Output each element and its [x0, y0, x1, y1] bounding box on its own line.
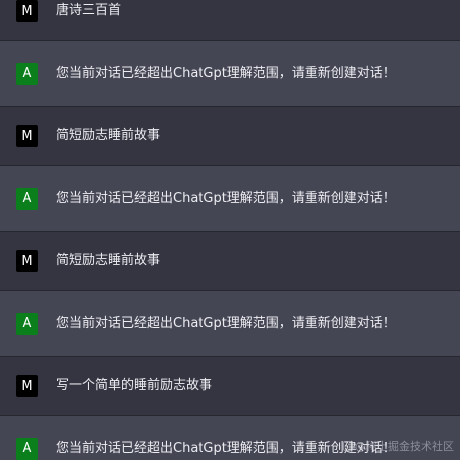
- assistant-avatar: A: [16, 62, 38, 85]
- user-message-text: 简短励志睡前故事: [56, 128, 161, 143]
- assistant-message-text: 您当前对话已经超出ChatGpt理解范围，请重新创建对话！: [56, 315, 396, 331]
- user-avatar: M: [16, 250, 38, 272]
- assistant-avatar: A: [16, 312, 38, 335]
- user-message-row: M 简短励志睡前故事: [0, 232, 460, 291]
- user-message-row: M 唐诗三百首: [0, 0, 460, 41]
- user-message-row: M 写一个简单的睡前励志故事: [0, 357, 460, 416]
- user-avatar: M: [16, 0, 38, 22]
- user-message-text: 简短励志睡前故事: [56, 253, 161, 268]
- assistant-avatar: A: [16, 437, 38, 460]
- conversation-thread: M 唐诗三百首 A 您当前对话已经超出ChatGpt理解范围，请重新创建对话！ …: [0, 0, 460, 460]
- watermark: @稀土掘金技术社区: [343, 438, 454, 454]
- assistant-message-text: 您当前对话已经超出ChatGpt理解范围，请重新创建对话！: [56, 190, 396, 206]
- assistant-message-row: A 您当前对话已经超出ChatGpt理解范围，请重新创建对话！: [0, 291, 460, 357]
- assistant-message-text: 您当前对话已经超出ChatGpt理解范围，请重新创建对话！: [56, 65, 396, 81]
- chat-app: M 唐诗三百首 A 您当前对话已经超出ChatGpt理解范围，请重新创建对话！ …: [0, 0, 460, 460]
- assistant-avatar: A: [16, 187, 38, 210]
- user-message-row: M 简短励志睡前故事: [0, 107, 460, 166]
- user-avatar: M: [16, 125, 38, 147]
- watermark-text: @稀土掘金技术社区: [355, 440, 454, 453]
- assistant-message-row: A 您当前对话已经超出ChatGpt理解范围，请重新创建对话！: [0, 166, 460, 232]
- user-message-text: 写一个简单的睡前励志故事: [56, 378, 213, 393]
- user-avatar: M: [16, 375, 38, 397]
- assistant-message-row: A 您当前对话已经超出ChatGpt理解范围，请重新创建对话！: [0, 41, 460, 107]
- user-message-text: 唐诗三百首: [56, 3, 122, 18]
- juejin-logo-icon: [343, 441, 353, 451]
